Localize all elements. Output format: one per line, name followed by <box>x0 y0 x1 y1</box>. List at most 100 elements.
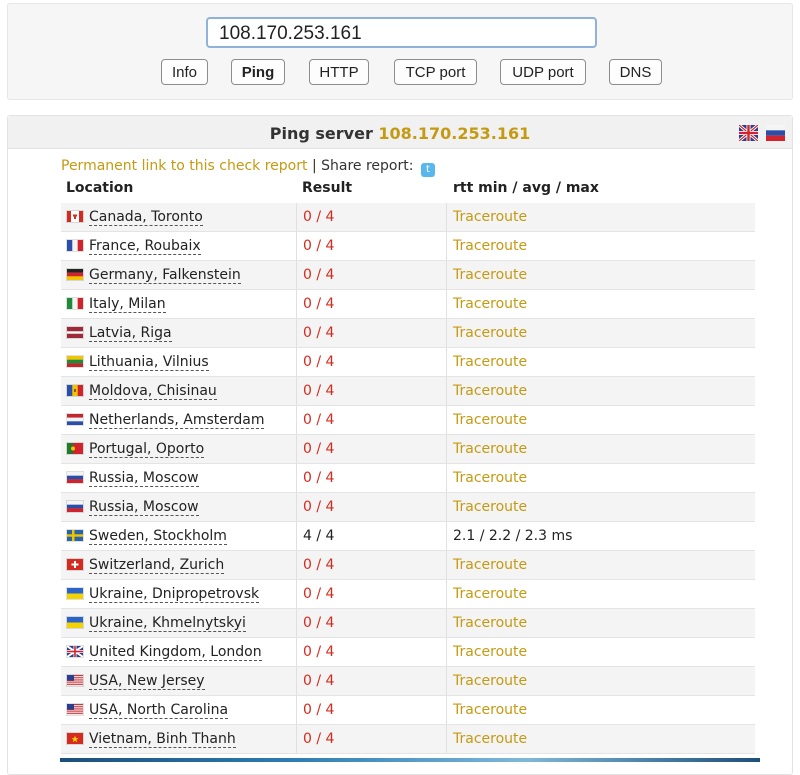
permanent-link[interactable]: Permanent link to this check report <box>61 158 308 174</box>
location-link[interactable]: United Kingdom, London <box>89 644 262 661</box>
ua-flag-icon <box>67 615 89 631</box>
location-cell: Sweden, Stockholm <box>61 522 297 550</box>
traceroute-link[interactable]: Traceroute <box>453 615 527 631</box>
result-cell: 0 / 4 <box>297 551 447 579</box>
traceroute-link[interactable]: Traceroute <box>453 470 527 486</box>
share-row: Permanent link to this check report | Sh… <box>61 158 435 177</box>
location-link[interactable]: Russia, Moscow <box>89 499 199 516</box>
traceroute-link[interactable]: Traceroute <box>453 267 527 283</box>
result-cell: 0 / 4 <box>297 435 447 463</box>
location-link[interactable]: Ukraine, Dnipropetrovsk <box>89 586 260 603</box>
us-flag-icon <box>67 673 89 689</box>
table-row: Canada, Toronto 0 / 4 Traceroute <box>61 203 755 232</box>
traceroute-link[interactable]: Traceroute <box>453 586 527 602</box>
ru-flag-icon <box>67 499 89 515</box>
rtt-cell: Traceroute <box>447 319 755 347</box>
location-link[interactable]: Latvia, Riga <box>89 325 172 342</box>
location-link[interactable]: Ukraine, Khmelnytskyi <box>89 615 246 632</box>
title-prefix: Ping server <box>269 124 373 143</box>
location-link[interactable]: Moldova, Chisinau <box>89 383 217 400</box>
traceroute-link[interactable]: Traceroute <box>453 209 527 225</box>
se-flag-icon <box>67 528 89 544</box>
tab-dns[interactable]: DNS <box>609 59 662 85</box>
location-link[interactable]: USA, North Carolina <box>89 702 229 719</box>
rtt-value: 2.1 / 2.2 / 2.3 ms <box>453 528 573 544</box>
location-link[interactable]: USA, New Jersey <box>89 673 205 690</box>
location-cell: Ukraine, Dnipropetrovsk <box>61 580 297 608</box>
result-cell: 0 / 4 <box>297 348 447 376</box>
location-cell: USA, North Carolina <box>61 696 297 724</box>
lv-flag-icon <box>67 325 89 341</box>
de-flag-icon <box>67 267 89 283</box>
location-link[interactable]: Vietnam, Binh Thanh <box>89 731 236 748</box>
rtt-cell: Traceroute <box>447 725 755 753</box>
table-row: Portugal, Oporto 0 / 4 Traceroute <box>61 435 755 464</box>
rtt-cell: Traceroute <box>447 232 755 260</box>
location-link[interactable]: Portugal, Oporto <box>89 441 205 458</box>
table-row: Switzerland, Zurich 0 / 4 Traceroute <box>61 551 755 580</box>
table-row: Ukraine, Dnipropetrovsk 0 / 4 Traceroute <box>61 580 755 609</box>
table-row: Moldova, Chisinau 0 / 4 Traceroute <box>61 377 755 406</box>
tab-udp-port[interactable]: UDP port <box>500 59 586 85</box>
page-title: Ping server 108.170.253.161 <box>8 124 792 143</box>
traceroute-link[interactable]: Traceroute <box>453 354 527 370</box>
traceroute-link[interactable]: Traceroute <box>453 296 527 312</box>
ru-flag-icon <box>67 470 89 486</box>
tab-tcp-port[interactable]: TCP port <box>394 59 477 85</box>
traceroute-link[interactable]: Traceroute <box>453 383 527 399</box>
location-cell: Portugal, Oporto <box>61 435 297 463</box>
traceroute-link[interactable]: Traceroute <box>453 731 527 747</box>
uk-flag-icon[interactable] <box>739 125 758 141</box>
header-rtt: rtt min / avg / max <box>453 180 599 196</box>
traceroute-link[interactable]: Traceroute <box>453 557 527 573</box>
twitter-icon[interactable]: t <box>420 163 435 177</box>
host-input[interactable] <box>206 17 597 48</box>
location-link[interactable]: Canada, Toronto <box>89 209 203 226</box>
table-row: Netherlands, Amsterdam 0 / 4 Traceroute <box>61 406 755 435</box>
result-cell: 0 / 4 <box>297 493 447 521</box>
location-link[interactable]: Lithuania, Vilnius <box>89 354 209 371</box>
traceroute-link[interactable]: Traceroute <box>453 499 527 515</box>
fr-flag-icon <box>67 238 89 254</box>
ru-flag-icon[interactable] <box>766 125 785 141</box>
location-link[interactable]: Italy, Milan <box>89 296 166 313</box>
location-cell: Canada, Toronto <box>61 203 297 231</box>
location-link[interactable]: Netherlands, Amsterdam <box>89 412 265 429</box>
ca-flag-icon <box>67 209 89 225</box>
traceroute-link[interactable]: Traceroute <box>453 325 527 341</box>
tab-info[interactable]: Info <box>161 59 208 85</box>
table-row: Vietnam, Binh Thanh 0 / 4 Traceroute <box>61 725 755 754</box>
result-cell: 0 / 4 <box>297 667 447 695</box>
table-row: Sweden, Stockholm 4 / 4 2.1 / 2.2 / 2.3 ms <box>61 522 755 551</box>
table-row: Latvia, Riga 0 / 4 Traceroute <box>61 319 755 348</box>
header-result: Result <box>302 180 353 196</box>
location-link[interactable]: Switzerland, Zurich <box>89 557 225 574</box>
traceroute-link[interactable]: Traceroute <box>453 238 527 254</box>
traceroute-link[interactable]: Traceroute <box>453 441 527 457</box>
rtt-cell: 2.1 / 2.2 / 2.3 ms <box>447 522 755 550</box>
location-link[interactable]: Sweden, Stockholm <box>89 528 227 545</box>
result-cell: 0 / 4 <box>297 609 447 637</box>
share-label: Share report: <box>321 158 414 174</box>
tab-ping[interactable]: Ping <box>231 59 285 85</box>
us-flag-icon <box>67 702 89 718</box>
rtt-cell: Traceroute <box>447 667 755 695</box>
location-cell: Russia, Moscow <box>61 464 297 492</box>
location-link[interactable]: France, Roubaix <box>89 238 201 255</box>
result-cell: 4 / 4 <box>297 522 447 550</box>
result-cell: 0 / 4 <box>297 580 447 608</box>
traceroute-link[interactable]: Traceroute <box>453 412 527 428</box>
traceroute-link[interactable]: Traceroute <box>453 702 527 718</box>
table-row: Russia, Moscow 0 / 4 Traceroute <box>61 493 755 522</box>
traceroute-link[interactable]: Traceroute <box>453 644 527 660</box>
tab-http[interactable]: HTTP <box>309 59 369 85</box>
table-row: Lithuania, Vilnius 0 / 4 Traceroute <box>61 348 755 377</box>
location-link[interactable]: Russia, Moscow <box>89 470 199 487</box>
rtt-cell: Traceroute <box>447 580 755 608</box>
rtt-cell: Traceroute <box>447 290 755 318</box>
title-ip: 108.170.253.161 <box>378 124 531 143</box>
traceroute-link[interactable]: Traceroute <box>453 673 527 689</box>
location-link[interactable]: Germany, Falkenstein <box>89 267 241 284</box>
table-row: Russia, Moscow 0 / 4 Traceroute <box>61 464 755 493</box>
location-cell: Moldova, Chisinau <box>61 377 297 405</box>
